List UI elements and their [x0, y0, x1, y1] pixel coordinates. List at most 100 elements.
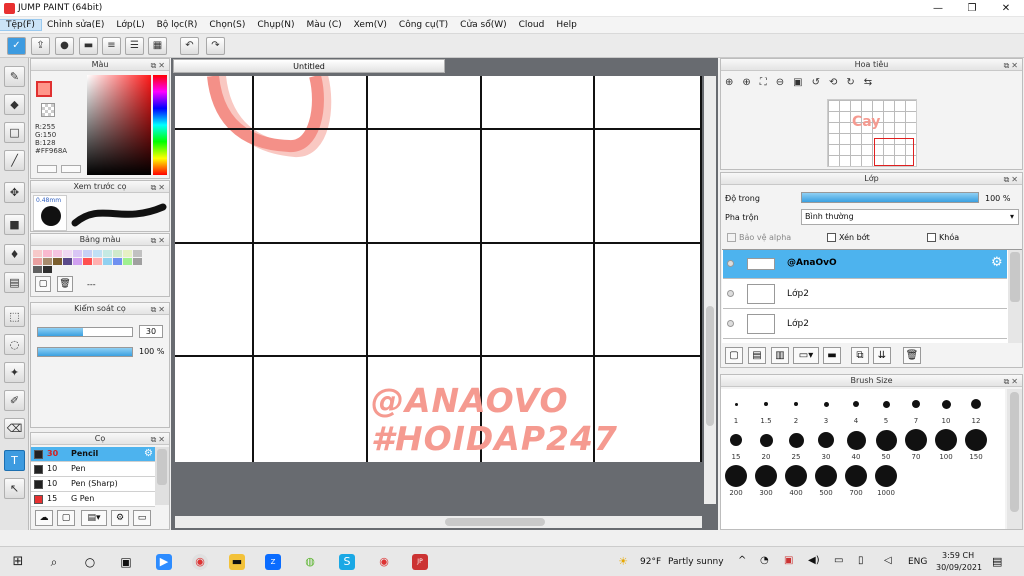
- palette-swatch[interactable]: [73, 250, 82, 257]
- skype-icon[interactable]: S: [339, 554, 355, 570]
- document-tab[interactable]: Untitled: [173, 59, 445, 73]
- close-button[interactable]: ✕: [989, 0, 1023, 17]
- eraser-tool-icon[interactable]: ◆: [4, 94, 25, 115]
- layer-type-dropdown-icon[interactable]: ▭▾: [793, 347, 819, 364]
- brush-size-dot[interactable]: [734, 402, 738, 406]
- rotate-left-icon[interactable]: ↺: [812, 77, 829, 88]
- gear-icon[interactable]: ⚙: [991, 255, 1003, 270]
- palette-swatch[interactable]: [83, 258, 92, 265]
- new-layer-icon[interactable]: ▢: [725, 347, 743, 364]
- zoom-in-icon[interactable]: ⊕: [742, 77, 759, 88]
- lock-checkbox[interactable]: [927, 233, 936, 242]
- new-raster-icon[interactable]: ▤: [748, 347, 766, 364]
- layer-row[interactable]: @AnaOvO ⚙: [723, 250, 1007, 279]
- zalo-icon[interactable]: Z: [265, 554, 281, 570]
- palette-swatch[interactable]: [33, 258, 42, 265]
- gradient-tool-icon[interactable]: ▤: [4, 272, 25, 293]
- palette-swatch[interactable]: [103, 258, 112, 265]
- pen-tool-icon[interactable]: ✎: [4, 66, 25, 87]
- palette-swatch[interactable]: [53, 258, 62, 265]
- line-tool-icon[interactable]: ╱: [4, 150, 25, 171]
- menu-view[interactable]: Xem(V): [348, 20, 393, 30]
- palette-swatch[interactable]: [93, 258, 102, 265]
- comment-icon[interactable]: ●: [55, 37, 74, 55]
- document-icon[interactable]: ≡: [102, 37, 121, 55]
- select-rect-icon[interactable]: ⬚: [4, 306, 25, 327]
- message-icon[interactable]: ▬: [79, 37, 98, 55]
- palette-swatch[interactable]: [63, 258, 72, 265]
- new-palette-icon[interactable]: ▢: [35, 276, 51, 292]
- select-eraser-icon[interactable]: ⌫: [4, 418, 25, 439]
- task-view-icon[interactable]: ▣: [118, 554, 134, 570]
- palette-swatch[interactable]: [43, 266, 52, 273]
- brush-size-dot[interactable]: [725, 465, 747, 487]
- blend-mode-select[interactable]: Bình thường ▾: [801, 209, 1019, 225]
- select-pen-icon[interactable]: ✐: [4, 390, 25, 411]
- undo-icon[interactable]: ↶: [180, 37, 199, 55]
- rotate-right-icon[interactable]: ↻: [846, 77, 863, 88]
- maximize-button[interactable]: ❐: [955, 0, 989, 17]
- brush-size-dot[interactable]: [935, 429, 957, 451]
- panel-buttons-icon[interactable]: ⧉✕: [151, 60, 167, 71]
- menu-color[interactable]: Màu (C): [301, 20, 348, 30]
- canvas-paper[interactable]: @ANAOVO #HOIDAP247: [175, 76, 702, 462]
- brush-size-dot[interactable]: [759, 433, 773, 447]
- rect-tool-icon[interactable]: □: [4, 122, 25, 143]
- palette-swatch[interactable]: [83, 250, 92, 257]
- brush-item[interactable]: 10 Pen (Sharp): [31, 477, 155, 492]
- zoom-app-icon[interactable]: ▶: [156, 554, 172, 570]
- brush-size-dot[interactable]: [764, 402, 768, 406]
- menu-select[interactable]: Chọn(S): [203, 20, 251, 30]
- brush-size-dot[interactable]: [875, 429, 897, 451]
- flip-icon[interactable]: ⇆: [864, 77, 881, 88]
- main-color-swatch[interactable]: [36, 81, 52, 97]
- brush-size-dot[interactable]: [971, 399, 981, 409]
- brush-size-dot[interactable]: [818, 432, 834, 448]
- duplicate-layer-icon[interactable]: ⧉: [851, 347, 869, 364]
- grid-settings-icon[interactable]: ▦: [148, 37, 167, 55]
- brush-size-dot[interactable]: [845, 465, 867, 487]
- delete-layer-icon[interactable]: 🗑: [903, 347, 921, 364]
- move-tool-icon[interactable]: ✥: [4, 182, 25, 203]
- brush-size-dot[interactable]: [788, 432, 804, 448]
- palette-swatch[interactable]: [63, 250, 72, 257]
- palette-swatch[interactable]: [103, 250, 112, 257]
- eye-icon[interactable]: [727, 290, 734, 297]
- brush-size-dot[interactable]: [730, 434, 742, 446]
- new-brush-icon[interactable]: ▢: [57, 510, 75, 526]
- list-icon[interactable]: ☰: [125, 37, 144, 55]
- brush-size-dot[interactable]: [882, 400, 890, 408]
- canvas-horizontal-scrollbar[interactable]: [175, 516, 702, 528]
- text-tool-icon[interactable]: T: [4, 450, 25, 471]
- file-explorer-icon[interactable]: ▬: [229, 554, 245, 570]
- new-vector-icon[interactable]: ▥: [771, 347, 789, 364]
- menu-edit[interactable]: Chỉnh sửa(E): [41, 20, 110, 30]
- palette-swatch[interactable]: [113, 258, 122, 265]
- menu-file[interactable]: Tệp(F): [0, 19, 42, 31]
- clock-time[interactable]: 3:59 CH: [942, 551, 974, 560]
- panel-buttons-icon[interactable]: ⧉✕: [151, 434, 167, 445]
- folder-icon[interactable]: ▬: [823, 347, 841, 364]
- brush-item[interactable]: 15 G Pen: [31, 492, 155, 507]
- cortana-icon[interactable]: ○: [82, 554, 98, 570]
- brush-size-dot[interactable]: [965, 429, 987, 451]
- panel-buttons-icon[interactable]: ⧉✕: [151, 235, 167, 246]
- brush-size-dot[interactable]: [905, 429, 927, 451]
- menu-capture[interactable]: Chụp(N): [251, 20, 300, 30]
- actual-size-icon[interactable]: ▣: [793, 77, 811, 88]
- tray-chevron-icon[interactable]: ^: [738, 555, 746, 566]
- palette-swatch[interactable]: [43, 250, 52, 257]
- coccoc-icon[interactable]: ◍: [302, 554, 318, 570]
- battery-icon[interactable]: ▯: [858, 555, 864, 566]
- gear-icon[interactable]: ⚙: [144, 447, 153, 461]
- brush-menu-icon[interactable]: ▤▾: [81, 510, 107, 526]
- tray-app-icon[interactable]: ◔: [760, 555, 769, 566]
- palette-swatch[interactable]: [93, 250, 102, 257]
- rotate-reset-icon[interactable]: ⟲: [829, 77, 846, 88]
- brush-folder-icon[interactable]: ▭: [133, 510, 151, 526]
- brush-size-slider[interactable]: [37, 327, 133, 337]
- fit-window-icon[interactable]: ⛶: [760, 77, 776, 88]
- search-icon[interactable]: ⌕: [46, 554, 62, 570]
- brush-size-scrollbar[interactable]: [1007, 389, 1022, 529]
- brush-item[interactable]: 30 Pencil ⚙: [31, 447, 155, 462]
